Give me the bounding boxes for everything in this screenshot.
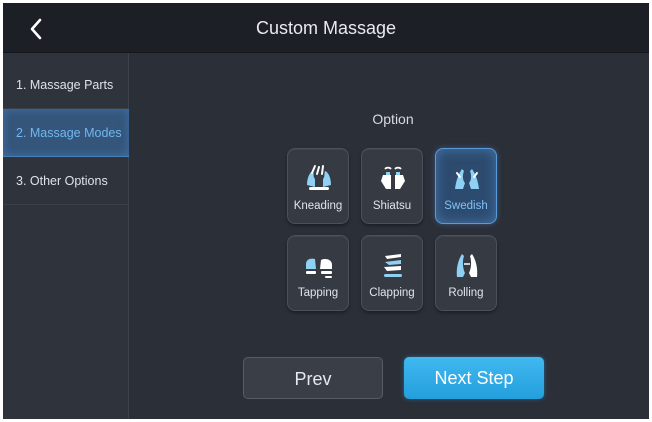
- prev-button[interactable]: Prev: [243, 357, 383, 399]
- swedish-hands-icon: [455, 169, 479, 189]
- shiatsu-hands-icon: [381, 166, 405, 189]
- page-title: Custom Massage: [255, 18, 397, 38]
- mode-label: Swedish: [444, 200, 488, 212]
- tapping-hands-icon: [306, 258, 332, 278]
- mode-tile-tapping[interactable]: Tapping: [287, 235, 349, 311]
- mode-tile-rolling[interactable]: Rolling: [435, 235, 497, 311]
- clapping-hands-icon: [384, 254, 402, 277]
- mode-label: Clapping: [369, 287, 415, 299]
- sidebar-item-massage-parts[interactable]: 1. Massage Parts: [3, 61, 129, 109]
- header-bar: Custom Massage: [3, 3, 649, 53]
- mode-tile-shiatsu[interactable]: Shiatsu: [361, 148, 423, 224]
- mode-tile-kneading[interactable]: Kneading: [287, 148, 349, 224]
- sidebar: 1. Massage Parts 2. Massage Modes 3. Oth…: [3, 53, 129, 419]
- rolling-hands-icon: [456, 254, 478, 277]
- next-step-button[interactable]: Next Step: [404, 357, 544, 399]
- mode-tile-swedish[interactable]: Swedish: [435, 148, 497, 224]
- kneading-hands-icon: [307, 165, 331, 190]
- option-heading: Option: [372, 111, 414, 127]
- mode-tile-clapping[interactable]: Clapping: [361, 235, 423, 311]
- sidebar-item-label: 1. Massage Parts: [16, 78, 114, 92]
- app-screen: Custom Massage 1. Massage Parts 2. Massa…: [3, 3, 649, 419]
- mode-label: Rolling: [448, 287, 484, 299]
- sidebar-item-label: 2. Massage Modes: [16, 126, 122, 140]
- mode-label: Tapping: [297, 287, 339, 299]
- mode-label: Shiatsu: [372, 200, 412, 212]
- sidebar-item-label: 3. Other Options: [16, 174, 108, 188]
- back-button[interactable]: [21, 15, 51, 43]
- sidebar-item-massage-modes[interactable]: 2. Massage Modes: [3, 109, 129, 157]
- mode-label: Kneading: [293, 200, 343, 212]
- sidebar-item-other-options[interactable]: 3. Other Options: [3, 157, 129, 205]
- chevron-left-icon: [30, 18, 42, 40]
